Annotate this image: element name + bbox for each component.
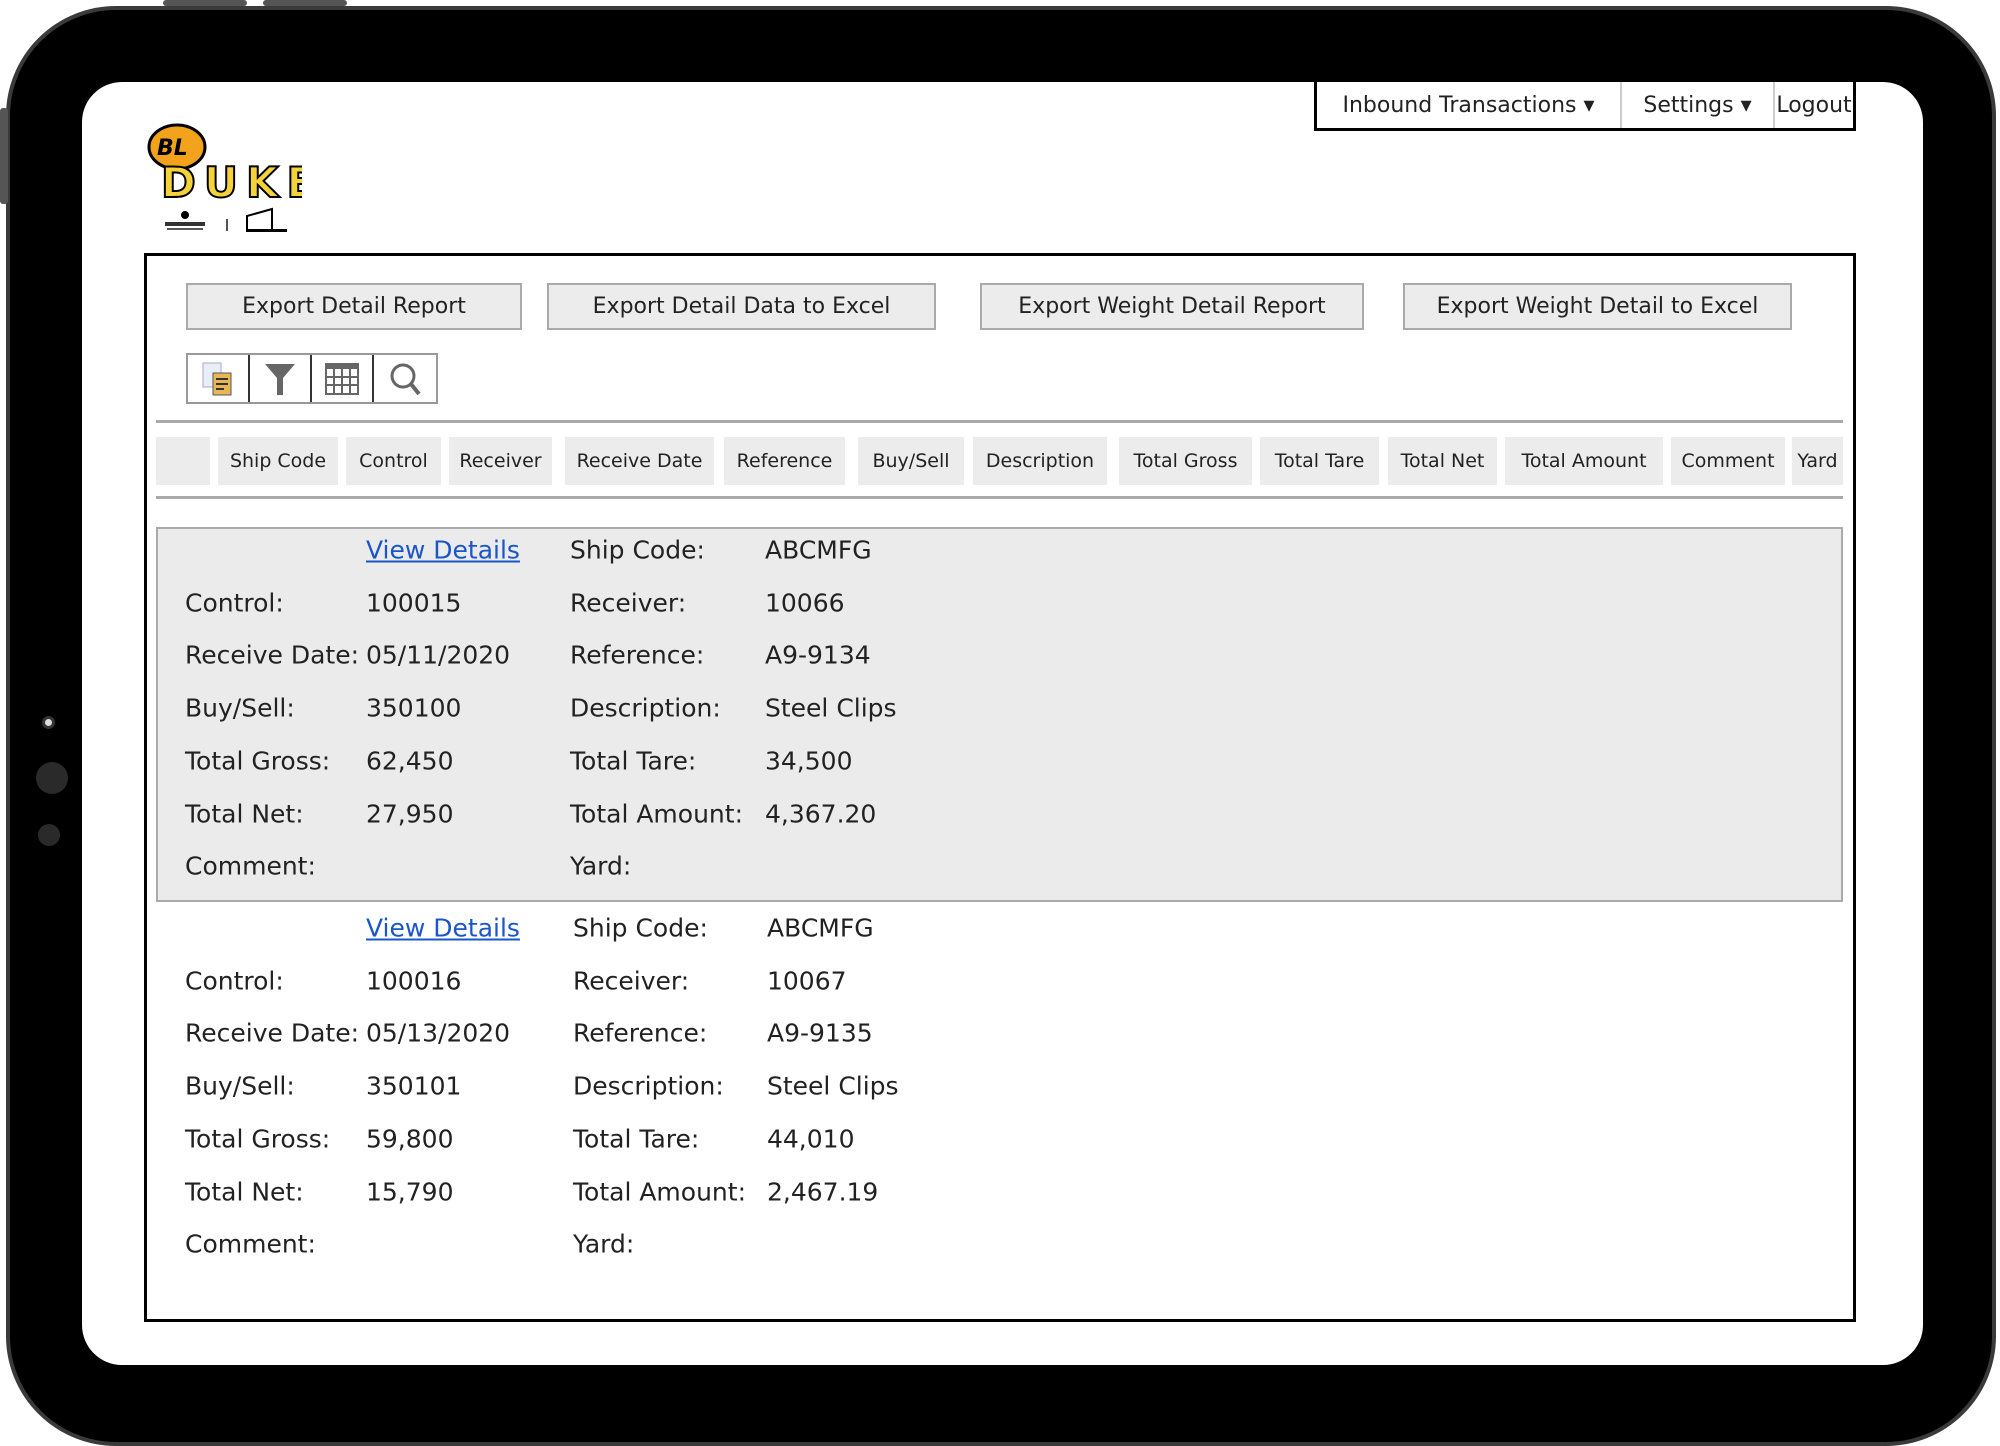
- receiver-label: Receiver:: [573, 966, 690, 996]
- comment-label: Comment:: [185, 1229, 316, 1259]
- total-tare-label: Total Tare:: [570, 746, 697, 776]
- export-weight-excel-button[interactable]: Export Weight Detail to Excel: [1403, 283, 1792, 330]
- description-value: Steel Clips: [767, 1071, 899, 1101]
- divider: [156, 496, 1843, 499]
- grid-icon[interactable]: [312, 355, 374, 402]
- reference-value: A9-9134: [765, 640, 871, 670]
- total-gross-label: Total Gross:: [185, 1124, 331, 1154]
- column-header[interactable]: [156, 437, 210, 485]
- total-amount-value: 2,467.19: [767, 1177, 879, 1206]
- column-header[interactable]: Receive Date: [565, 437, 714, 485]
- device-button: [163, 0, 247, 6]
- description-label: Description:: [570, 693, 721, 723]
- total-amount-value: 4,367.20: [765, 799, 877, 828]
- buy-sell-label: Buy/Sell:: [185, 1071, 295, 1101]
- total-gross-label: Total Gross:: [185, 746, 331, 776]
- total-gross-value: 59,800: [366, 1124, 454, 1154]
- receive-date-label: Receive Date:: [185, 1018, 359, 1048]
- ship-code-label: Ship Code:: [570, 535, 705, 565]
- reference-label: Reference:: [570, 640, 705, 670]
- buy-sell-value: 350101: [366, 1071, 462, 1101]
- control-value: 100016: [366, 966, 462, 996]
- description-value: Steel Clips: [765, 693, 897, 723]
- column-header[interactable]: Total Amount: [1505, 437, 1663, 485]
- total-amount-label: Total Amount:: [570, 799, 743, 828]
- export-detail-excel-button[interactable]: Export Detail Data to Excel: [547, 283, 936, 330]
- column-header[interactable]: Total Net: [1388, 437, 1497, 485]
- column-header[interactable]: Reference: [724, 437, 845, 485]
- total-tare-value: 44,010: [767, 1124, 855, 1154]
- description-label: Description:: [573, 1071, 724, 1101]
- device-button: [263, 0, 347, 6]
- yard-label: Yard:: [570, 851, 632, 881]
- column-header[interactable]: Total Gross: [1119, 437, 1252, 485]
- column-header[interactable]: Yard: [1792, 437, 1843, 485]
- column-header[interactable]: Receiver: [449, 437, 552, 485]
- total-net-label: Total Net:: [185, 1177, 304, 1206]
- column-header[interactable]: Ship Code: [218, 437, 338, 485]
- total-gross-value: 62,450: [366, 746, 454, 776]
- divider: [156, 420, 1843, 423]
- icon-toolbar: [186, 353, 438, 404]
- export-detail-report-button[interactable]: Export Detail Report: [186, 283, 522, 330]
- control-value: 100015: [366, 588, 462, 618]
- ship-code-value: ABCMFG: [765, 535, 872, 565]
- search-icon[interactable]: [374, 355, 436, 402]
- reference-value: A9-9135: [767, 1018, 873, 1048]
- top-nav: Inbound Transactions ▾ Settings ▾ Logout: [1314, 82, 1856, 131]
- total-net-value: 27,950: [366, 799, 454, 828]
- sensor-icon: [38, 824, 60, 846]
- export-weight-report-button[interactable]: Export Weight Detail Report: [980, 283, 1364, 330]
- buy-sell-value: 350100: [366, 693, 462, 723]
- total-tare-value: 34,500: [765, 746, 853, 776]
- receiver-label: Receiver:: [570, 588, 687, 618]
- control-label: Control:: [185, 966, 284, 996]
- sensor-icon: [36, 762, 68, 794]
- view-details-link[interactable]: View Details: [366, 536, 520, 565]
- receiver-value: 10066: [765, 588, 845, 618]
- total-amount-label: Total Amount:: [573, 1177, 746, 1206]
- comment-label: Comment:: [185, 851, 316, 881]
- column-header[interactable]: Total Tare: [1260, 437, 1379, 485]
- total-net-label: Total Net:: [185, 799, 304, 828]
- ship-code-value: ABCMFG: [767, 913, 874, 943]
- receive-date-value: 05/13/2020: [366, 1018, 511, 1048]
- receive-date-value: 05/11/2020: [366, 640, 511, 670]
- bl-duke-logo: BL DUKE: [147, 121, 316, 237]
- column-header[interactable]: Comment: [1671, 437, 1785, 485]
- yard-label: Yard:: [573, 1229, 635, 1259]
- nav-inbound-transactions[interactable]: Inbound Transactions ▾: [1317, 82, 1622, 128]
- reference-label: Reference:: [573, 1018, 708, 1048]
- column-header[interactable]: Buy/Sell: [858, 437, 964, 485]
- buy-sell-label: Buy/Sell:: [185, 693, 295, 723]
- svg-text:DUKE: DUKE: [161, 158, 302, 207]
- camera-icon: [42, 716, 55, 729]
- filter-icon[interactable]: [250, 355, 312, 402]
- view-details-link[interactable]: View Details: [366, 914, 520, 943]
- receiver-value: 10067: [767, 966, 847, 996]
- device-button: [0, 108, 8, 204]
- report-icon[interactable]: [188, 355, 250, 402]
- column-header[interactable]: Control: [346, 437, 441, 485]
- total-tare-label: Total Tare:: [573, 1124, 700, 1154]
- receive-date-label: Receive Date:: [185, 640, 359, 670]
- nav-settings[interactable]: Settings ▾: [1622, 82, 1775, 128]
- ship-code-label: Ship Code:: [573, 913, 708, 943]
- control-label: Control:: [185, 588, 284, 618]
- total-net-value: 15,790: [366, 1177, 454, 1206]
- nav-logout[interactable]: Logout: [1775, 82, 1853, 128]
- column-header[interactable]: Description: [973, 437, 1107, 485]
